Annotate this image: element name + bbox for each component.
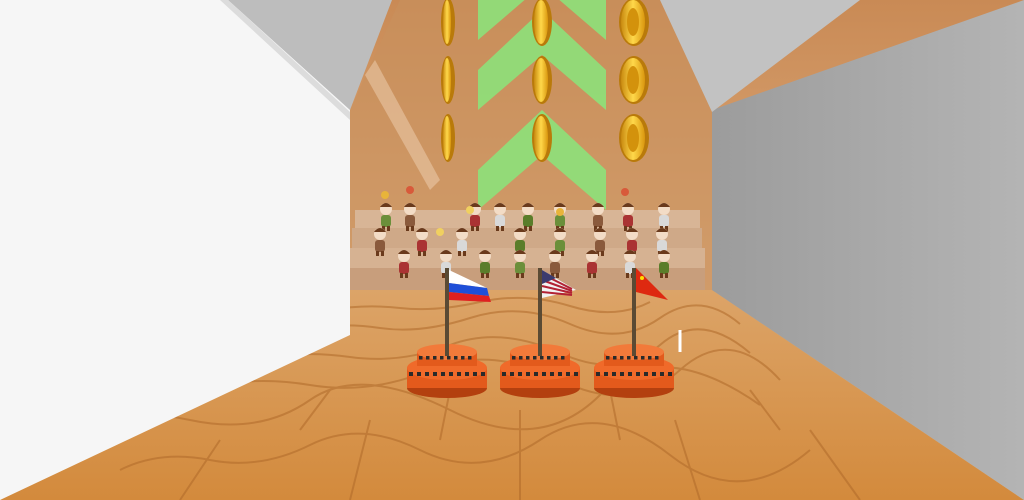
coin-r2-l1 — [441, 56, 455, 104]
game-scene-svg — [0, 0, 1024, 500]
coin-r3-l3 — [619, 114, 649, 162]
cheer-bubble — [381, 191, 389, 199]
coin-r1-l3 — [619, 0, 649, 46]
cheer-bubble — [436, 228, 444, 236]
coin-r3-l1 — [441, 114, 455, 162]
coin-r3-l2 — [532, 114, 552, 162]
flag-pole — [632, 268, 636, 356]
flag-pole — [538, 268, 542, 356]
cheer-bubble — [466, 206, 474, 214]
country-flags — [407, 268, 674, 398]
cheer-bubble — [621, 188, 629, 196]
coin-r1-l2 — [532, 0, 552, 46]
cheer-bubble — [556, 208, 564, 216]
game-viewport[interactable] — [0, 0, 1024, 500]
coin-r2-l2 — [532, 56, 552, 104]
coin-r1-l1 — [441, 0, 455, 46]
flag-pole — [445, 268, 449, 356]
cheer-bubble — [406, 186, 414, 194]
coin-r2-l3 — [619, 56, 649, 104]
